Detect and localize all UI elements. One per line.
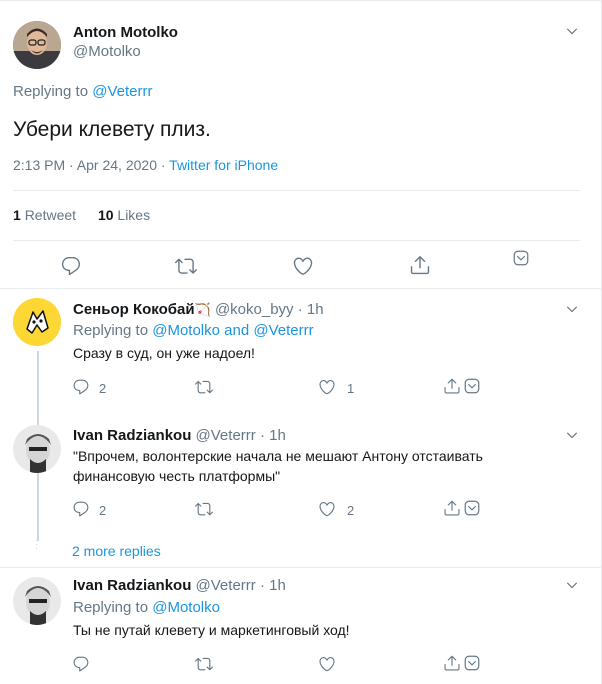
- replying-to-link[interactable]: @Veterrr: [253, 322, 313, 339]
- replying-to-link[interactable]: @Motolko: [152, 599, 220, 616]
- reply-count: 2: [99, 381, 107, 396]
- chevron-down-icon[interactable]: [565, 428, 579, 442]
- reply-time[interactable]: · 1h: [298, 301, 324, 318]
- author-handle[interactable]: @Veterrr: [196, 577, 256, 594]
- retweet-label: Retweet: [24, 207, 77, 223]
- chevron-down-icon[interactable]: [512, 249, 530, 267]
- heart-icon[interactable]: [318, 655, 336, 673]
- author-name[interactable]: Сеньор Кокобай: [73, 301, 195, 318]
- reply-time[interactable]: · 1h: [260, 427, 286, 444]
- author-handle[interactable]: @Veterrr: [196, 427, 256, 444]
- tweet-text: Убери клевету плиз.: [13, 118, 211, 141]
- bow-arrow-emoji: 🏹: [194, 302, 211, 317]
- chevron-down-icon[interactable]: [565, 578, 579, 592]
- divider: [0, 288, 602, 289]
- author-name[interactable]: Anton Motolko: [73, 24, 178, 41]
- reply-text: Сразу в суд, он уже надоел!: [73, 345, 255, 361]
- heart-icon[interactable]: [318, 378, 336, 396]
- divider: [13, 240, 580, 241]
- share-icon[interactable]: [443, 499, 461, 517]
- replying-to: Replying to @Motolko and @Veterrr: [73, 322, 314, 339]
- reply-header: Ivan Radziankou @Veterrr · 1h: [73, 427, 286, 444]
- author-handle[interactable]: @koko_byy: [215, 301, 294, 318]
- source-link[interactable]: Twitter for iPhone: [169, 157, 278, 173]
- replying-to: Replying to @Veterrr: [13, 83, 152, 100]
- chevron-down-icon[interactable]: [463, 499, 481, 517]
- reply-count: 2: [99, 503, 107, 518]
- divider: [13, 190, 580, 191]
- reply-icon[interactable]: [72, 655, 90, 673]
- replying-and: and: [224, 322, 250, 339]
- share-icon[interactable]: [443, 654, 461, 672]
- reply-text-line: финансовую честь платформы": [73, 468, 281, 484]
- chevron-down-icon[interactable]: [463, 377, 481, 395]
- replying-prefix: Replying to: [73, 322, 149, 339]
- reply-header: Ivan Radziankou @Veterrr · 1h: [73, 577, 286, 594]
- reply-text: Ты не путай клевету и маркетинговый ход!: [73, 622, 350, 638]
- likes-stat[interactable]: 10 Likes: [98, 207, 150, 223]
- likes-label: Likes: [117, 207, 151, 223]
- retweet-stat[interactable]: 1 Retweet: [13, 207, 80, 223]
- reply-header: Сеньор Кокобай🏹 @koko_byy · 1h: [73, 301, 324, 318]
- retweet-icon[interactable]: [195, 378, 213, 396]
- chevron-down-icon[interactable]: [463, 654, 481, 672]
- heart-icon[interactable]: [318, 500, 336, 518]
- tweet-thread: Anton Motolko @Motolko Replying to @Vete…: [0, 0, 602, 684]
- retweet-icon[interactable]: [195, 500, 213, 518]
- reply-icon[interactable]: [60, 255, 82, 277]
- reply-icon[interactable]: [72, 500, 90, 518]
- share-icon[interactable]: [409, 254, 431, 276]
- divider: [0, 567, 602, 568]
- thread-dots: · · ·: [35, 535, 39, 554]
- reply-icon[interactable]: [72, 378, 90, 396]
- replying-to-link[interactable]: @Veterrr: [92, 83, 152, 100]
- share-icon[interactable]: [443, 377, 461, 395]
- heart-icon[interactable]: [292, 255, 314, 277]
- timestamp[interactable]: 2:13 PM · Apr 24, 2020 ·: [13, 157, 166, 173]
- replying-to: Replying to @Motolko: [73, 599, 220, 616]
- avatar[interactable]: [13, 21, 61, 69]
- chevron-down-icon[interactable]: [565, 302, 579, 316]
- more-replies-link[interactable]: 2 more replies: [72, 543, 161, 559]
- retweet-count: 1: [13, 207, 21, 223]
- tweet-meta: 2:13 PM · Apr 24, 2020 · Twitter for iPh…: [13, 157, 278, 173]
- reply-text-line: "Впрочем, волонтерские начала не мешают …: [73, 448, 483, 464]
- retweet-icon[interactable]: [175, 255, 197, 277]
- author-handle[interactable]: @Motolko: [73, 43, 141, 60]
- replying-to-link[interactable]: @Motolko: [152, 322, 220, 339]
- avatar[interactable]: [13, 298, 61, 346]
- chevron-down-icon[interactable]: [565, 24, 579, 38]
- reply-time[interactable]: · 1h: [260, 577, 286, 594]
- like-count: 1: [347, 381, 355, 396]
- avatar[interactable]: [13, 577, 61, 625]
- replying-prefix: Replying to: [73, 599, 149, 616]
- author-name[interactable]: Ivan Radziankou: [73, 427, 191, 444]
- like-count: 2: [347, 503, 355, 518]
- replying-prefix: Replying to: [13, 83, 89, 100]
- retweet-icon[interactable]: [195, 655, 213, 673]
- author-name[interactable]: Ivan Radziankou: [73, 577, 191, 594]
- avatar[interactable]: [13, 425, 61, 473]
- likes-count: 10: [97, 207, 114, 223]
- stats: 1 Retweet 10 Likes: [13, 207, 150, 223]
